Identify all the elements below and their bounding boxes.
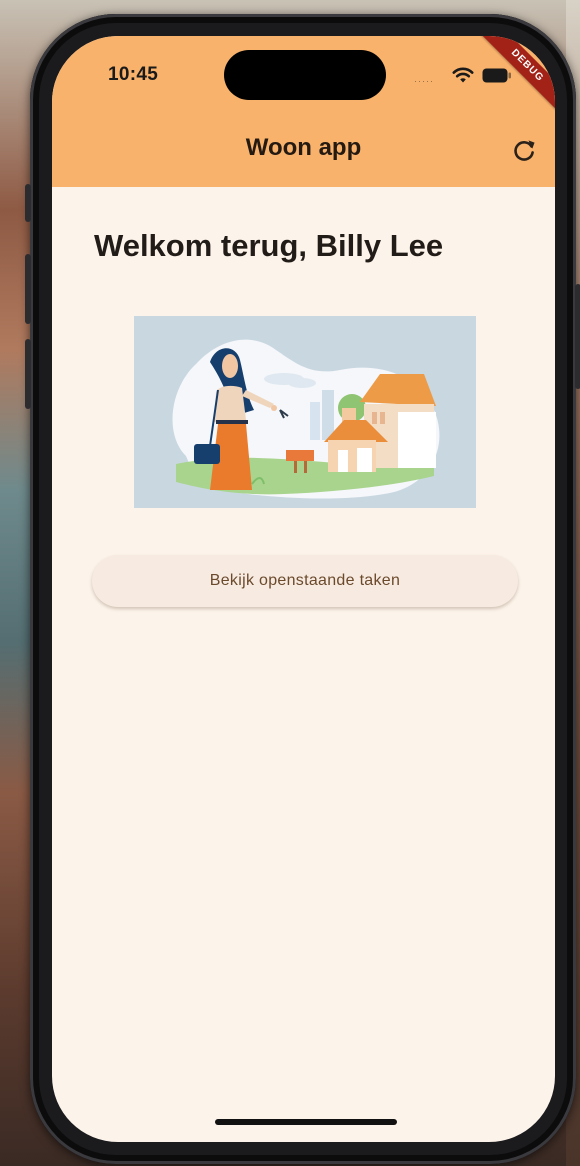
power-button bbox=[575, 284, 580, 389]
battery-icon bbox=[482, 68, 511, 83]
app-screen: 10:45 ····· DEBUG Woon app Welkom terug,… bbox=[52, 36, 555, 1142]
signal-icon: ····· bbox=[414, 76, 434, 86]
phone-frame: 10:45 ····· DEBUG Woon app Welkom terug,… bbox=[25, 14, 580, 1164]
refresh-icon[interactable] bbox=[510, 137, 538, 165]
app-title: Woon app bbox=[245, 134, 362, 161]
home-indicator[interactable] bbox=[215, 1119, 397, 1125]
house-keys-illustration bbox=[134, 316, 476, 508]
volume-down-button bbox=[25, 339, 31, 409]
volume-up-button bbox=[25, 254, 31, 324]
wifi-icon bbox=[452, 67, 474, 83]
open-tasks-button[interactable]: Bekijk openstaande taken bbox=[92, 555, 518, 607]
app-bar: 10:45 ····· DEBUG Woon app bbox=[52, 36, 555, 187]
welcome-heading: Welkom terug, Billy Lee bbox=[94, 228, 444, 263]
mute-switch bbox=[25, 184, 31, 222]
status-time: 10:45 bbox=[108, 64, 159, 85]
dynamic-island bbox=[224, 50, 386, 100]
